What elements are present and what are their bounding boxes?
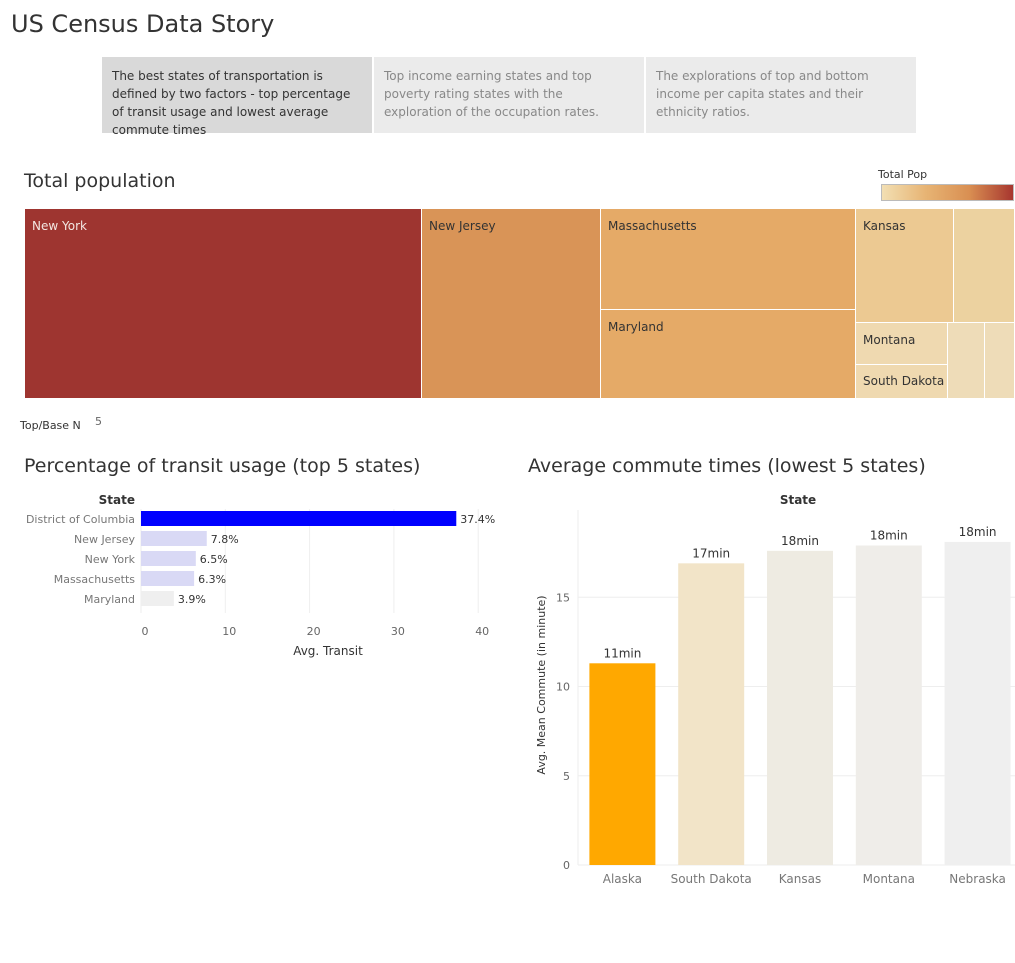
commute-column-header: State (780, 493, 816, 507)
tile-south-dakota[interactable]: South Dakota (856, 365, 948, 399)
commute-chart-title: Average commute times (lowest 5 states) (528, 455, 926, 477)
transit-bar[interactable] (141, 511, 457, 526)
transit-data-label: 3.9% (178, 593, 206, 606)
transit-data-label: 7.8% (211, 533, 239, 546)
treemap-title: Total population (24, 170, 176, 192)
tile-unlabeled[interactable] (985, 323, 1015, 399)
color-legend (881, 184, 1014, 201)
story-point-2[interactable]: Top income earning states and top povert… (374, 57, 644, 133)
tile-new-york[interactable]: New York (25, 209, 422, 399)
transit-x-tick-label: 40 (475, 625, 489, 638)
transit-row-header: State (99, 493, 135, 507)
transit-x-tick-label: 20 (307, 625, 321, 638)
parameter-label: Top/Base N (20, 419, 81, 432)
commute-bar[interactable] (678, 563, 745, 865)
tile-unlabeled[interactable] (948, 323, 985, 399)
commute-y-tick-label: 10 (556, 681, 570, 694)
transit-category-label: Maryland (84, 593, 135, 606)
commute-data-label: 18min (781, 534, 819, 548)
transit-data-label: 6.3% (198, 573, 226, 586)
parameter-value[interactable]: 5 (95, 415, 102, 428)
tile-montana[interactable]: Montana (856, 323, 948, 365)
tile-label: Montana (863, 333, 916, 347)
transit-bar[interactable] (141, 551, 196, 566)
commute-bar-chart: State Avg. Mean Commute (in minute) 0 5 10… (535, 493, 1015, 886)
tile-label: Maryland (608, 320, 664, 334)
commute-category-label: Kansas (779, 872, 821, 886)
transit-category-label: Massachusetts (54, 573, 136, 586)
commute-y-tick-label: 15 (556, 591, 570, 604)
transit-category-label: New York (85, 553, 136, 566)
transit-data-label: 37.4% (460, 513, 495, 526)
commute-data-label: 18min (870, 528, 908, 542)
transit-bar[interactable] (141, 591, 174, 606)
commute-category-label: Alaska (603, 872, 642, 886)
transit-x-tick-label: 0 (142, 625, 149, 638)
tile-maryland[interactable]: Maryland (601, 310, 856, 399)
tile-unlabeled[interactable] (954, 209, 1015, 323)
tile-label: New Jersey (429, 219, 496, 233)
tile-label: Massachusetts (608, 219, 697, 233)
commute-y-axis-label: Avg. Mean Commute (in minute) (535, 595, 548, 774)
story-title: US Census Data Story (11, 10, 275, 38)
transit-bar[interactable] (141, 571, 195, 586)
commute-y-tick-label: 0 (563, 859, 570, 872)
transit-data-label: 6.5% (200, 553, 228, 566)
transit-chart-title: Percentage of transit usage (top 5 state… (24, 455, 421, 477)
transit-category-label: District of Columbia (26, 513, 135, 526)
tile-label: South Dakota (863, 374, 945, 388)
story-point-3[interactable]: The explorations of top and bottom incom… (646, 57, 916, 133)
tile-massachusetts[interactable]: Massachusetts (601, 209, 856, 310)
legend-title: Total Pop (878, 168, 928, 181)
treemap: New York New Jersey Massachusetts Maryla… (25, 209, 1015, 399)
tile-kansas[interactable]: Kansas (856, 209, 954, 323)
commute-bar[interactable] (589, 663, 656, 865)
commute-category-label: Nebraska (949, 872, 1006, 886)
transit-category-label: New Jersey (74, 533, 136, 546)
commute-category-label: Montana (863, 872, 915, 886)
commute-data-label: 11min (603, 646, 641, 660)
story-point-1[interactable]: The best states of transportation is def… (102, 57, 372, 137)
transit-x-tick-label: 10 (222, 625, 236, 638)
transit-bar[interactable] (141, 531, 207, 546)
commute-category-label: South Dakota (671, 872, 752, 886)
commute-data-label: 18min (959, 525, 997, 539)
tile-label: New York (32, 219, 87, 233)
commute-bar[interactable] (855, 545, 922, 865)
transit-x-axis-label: Avg. Transit (293, 644, 363, 658)
commute-bar[interactable] (944, 541, 1011, 865)
tile-new-jersey[interactable]: New Jersey (422, 209, 601, 399)
transit-bar-chart: State Avg. Transit 0 10 20 30 40 District of … (26, 493, 495, 658)
commute-data-label: 17min (692, 546, 730, 560)
transit-x-tick-label: 30 (391, 625, 405, 638)
commute-bar[interactable] (767, 550, 833, 865)
tile-label: Kansas (863, 219, 906, 233)
commute-y-tick-label: 5 (563, 770, 570, 783)
